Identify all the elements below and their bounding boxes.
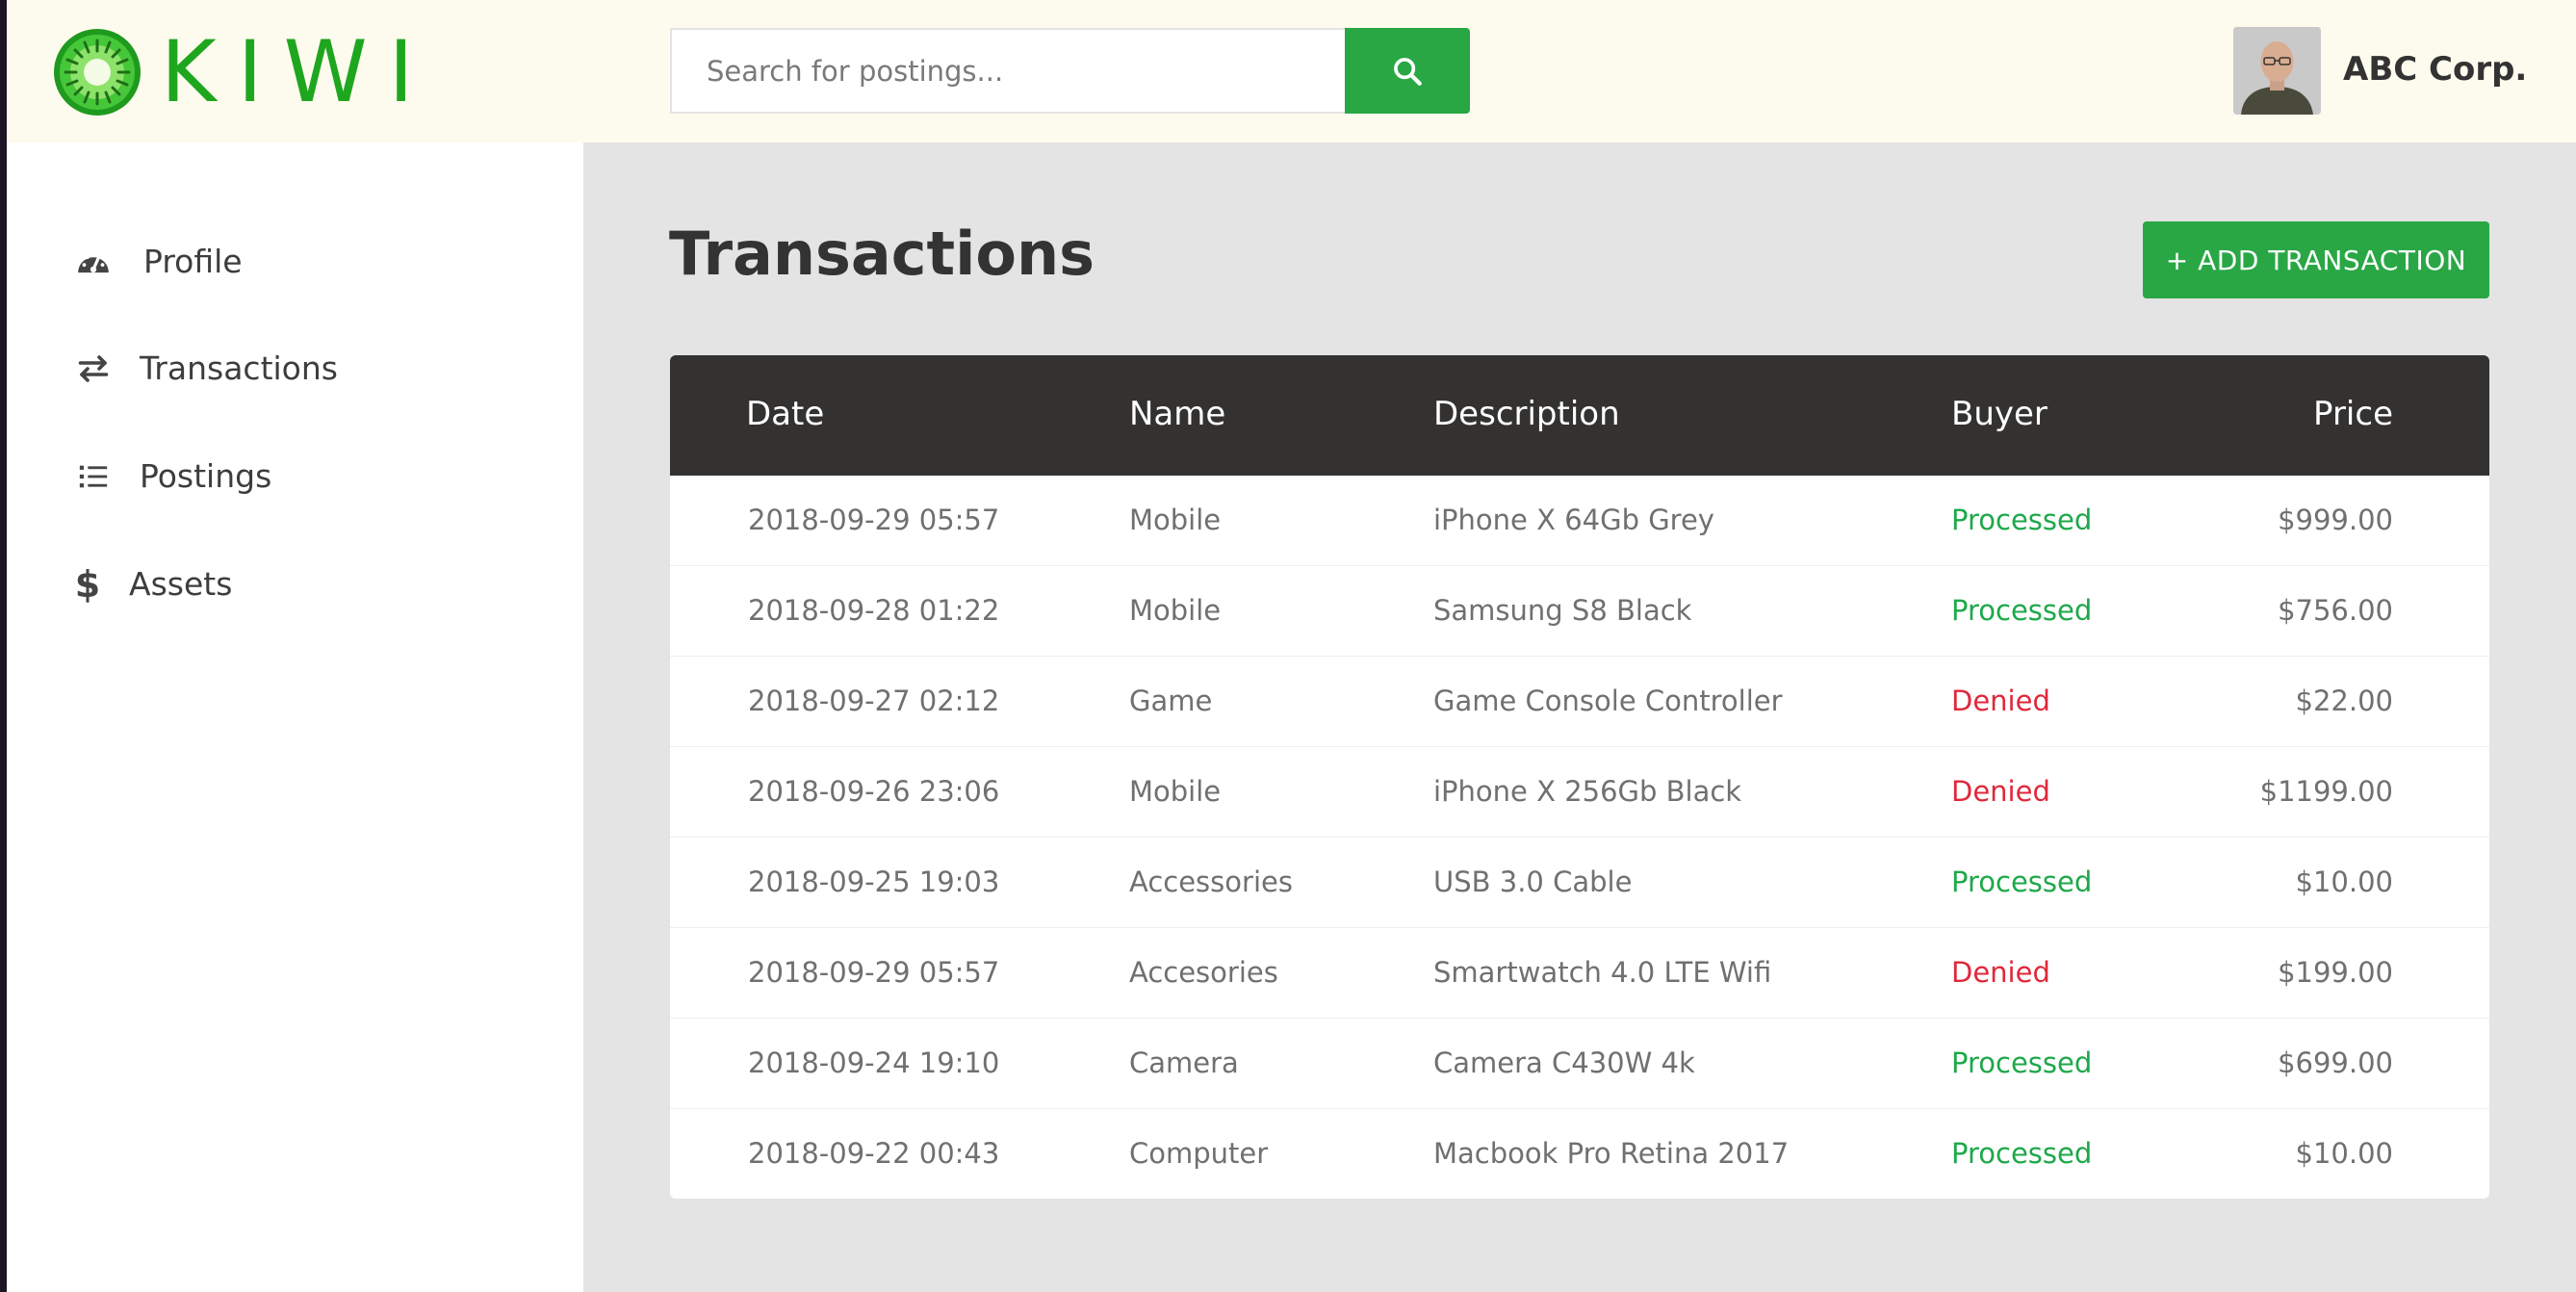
table-header: Date Name Description Buyer Price: [670, 355, 2489, 476]
column-header-price[interactable]: Price: [2313, 393, 2393, 435]
table-row[interactable]: 2018-09-28 01:22 Mobile Samsung S8 Black Pr…: [670, 566, 2489, 657]
column-header-name[interactable]: Name: [1129, 393, 1225, 435]
sidebar-item-postings[interactable]: Postings: [7, 446, 583, 507]
cell-buyer-status: Denied: [1951, 956, 2050, 989]
cell-date: 2018-09-24 19:10: [748, 1047, 1000, 1079]
brand-name: KIWI: [161, 22, 435, 121]
brand-logo[interactable]: KIWI: [53, 27, 435, 117]
table-row[interactable]: 2018-09-27 02:12 Game Game Console Control…: [670, 657, 2489, 747]
sidebar: Profile Transactions Postings $ Assets: [7, 142, 583, 1292]
table-row[interactable]: 2018-09-25 19:03 Accessories USB 3.0 Cable…: [670, 838, 2489, 928]
cell-description: Game Console Controller: [1433, 685, 1783, 717]
avatar[interactable]: [2233, 27, 2321, 115]
cell-name: Game: [1129, 685, 1213, 717]
cell-price: $10.00: [2295, 866, 2393, 898]
transactions-table: Date Name Description Buyer Price 2018-0…: [670, 355, 2489, 1199]
search-field[interactable]: [670, 28, 1345, 114]
cell-date: 2018-09-22 00:43: [748, 1137, 1000, 1170]
sidebar-item-label: Profile: [143, 243, 243, 280]
cell-description: iPhone X 64Gb Grey: [1433, 504, 1714, 536]
cell-date: 2018-09-25 19:03: [748, 866, 1000, 898]
exchange-arrows-icon: [72, 348, 115, 390]
column-header-date[interactable]: Date: [746, 393, 824, 435]
cell-price: $22.00: [2295, 685, 2393, 717]
user-photo: [2233, 27, 2321, 115]
cell-date: 2018-09-29 05:57: [748, 956, 1000, 989]
cell-name: Camera: [1129, 1047, 1239, 1079]
cell-date: 2018-09-28 01:22: [748, 594, 1000, 627]
cell-date: 2018-09-26 23:06: [748, 775, 1000, 808]
cell-price: $756.00: [2278, 594, 2393, 627]
add-transaction-button[interactable]: + ADD TRANSACTION: [2143, 221, 2489, 298]
top-header: KIWI ABC Corp.: [7, 0, 2576, 142]
column-header-description[interactable]: Description: [1433, 393, 1620, 435]
search-button[interactable]: [1345, 28, 1470, 114]
table-row[interactable]: 2018-09-29 05:57 Accesories Smartwatch 4.0…: [670, 928, 2489, 1019]
table-row[interactable]: 2018-09-29 05:57 Mobile iPhone X 64Gb Grey…: [670, 476, 2489, 566]
cell-buyer-status: Processed: [1951, 866, 2093, 898]
cell-description: Smartwatch 4.0 LTE Wifi: [1433, 956, 1772, 989]
table-row[interactable]: 2018-09-26 23:06 Mobile iPhone X 256Gb Bla…: [670, 747, 2489, 838]
cell-buyer-status: Processed: [1951, 594, 2093, 627]
cell-buyer-status: Processed: [1951, 1047, 2093, 1079]
table-row[interactable]: 2018-09-22 00:43 Computer Macbook Pro Reti…: [670, 1109, 2489, 1199]
page-title: Transactions: [669, 219, 1095, 289]
company-name[interactable]: ABC Corp.: [2343, 48, 2527, 90]
cell-price: $999.00: [2278, 504, 2393, 536]
cell-price: $10.00: [2295, 1137, 2393, 1170]
kiwi-fruit-logo: [54, 29, 141, 116]
cell-date: 2018-09-27 02:12: [748, 685, 1000, 717]
cell-price: $699.00: [2278, 1047, 2393, 1079]
search-input[interactable]: [705, 53, 1345, 89]
cell-description: iPhone X 256Gb Black: [1433, 775, 1742, 808]
sidebar-item-profile[interactable]: Profile: [7, 231, 583, 293]
dashboard-gauge-icon: [72, 241, 115, 283]
window-edge: [0, 0, 7, 1292]
cell-description: Samsung S8 Black: [1433, 594, 1692, 627]
cell-name: Accessories: [1129, 866, 1293, 898]
cell-name: Mobile: [1129, 594, 1222, 627]
sidebar-item-label: Assets: [129, 565, 233, 603]
sidebar-item-transactions[interactable]: Transactions: [7, 338, 583, 400]
cell-buyer-status: Processed: [1951, 504, 2093, 536]
cell-price: $199.00: [2278, 956, 2393, 989]
cell-name: Accesories: [1129, 956, 1278, 989]
cell-name: Mobile: [1129, 775, 1222, 808]
cell-buyer-status: Denied: [1951, 685, 2050, 717]
cell-buyer-status: Processed: [1951, 1137, 2093, 1170]
column-header-buyer[interactable]: Buyer: [1951, 393, 2048, 435]
cell-price: $1199.00: [2259, 775, 2393, 808]
table-row[interactable]: 2018-09-24 19:10 Camera Camera C430W 4k Pro…: [670, 1019, 2489, 1109]
list-icon: [72, 455, 115, 498]
cell-name: Mobile: [1129, 504, 1222, 536]
cell-date: 2018-09-29 05:57: [748, 504, 1000, 536]
cell-description: USB 3.0 Cable: [1433, 866, 1633, 898]
sidebar-item-label: Transactions: [140, 349, 338, 387]
dollar-icon: $: [74, 563, 101, 606]
cell-name: Computer: [1129, 1137, 1269, 1170]
cell-buyer-status: Denied: [1951, 775, 2050, 808]
search-icon: [1394, 57, 1422, 86]
cell-description: Camera C430W 4k: [1433, 1047, 1695, 1079]
sidebar-item-label: Postings: [140, 457, 272, 495]
sidebar-item-assets[interactable]: $ Assets: [7, 554, 583, 615]
cell-description: Macbook Pro Retina 2017: [1433, 1137, 1790, 1170]
